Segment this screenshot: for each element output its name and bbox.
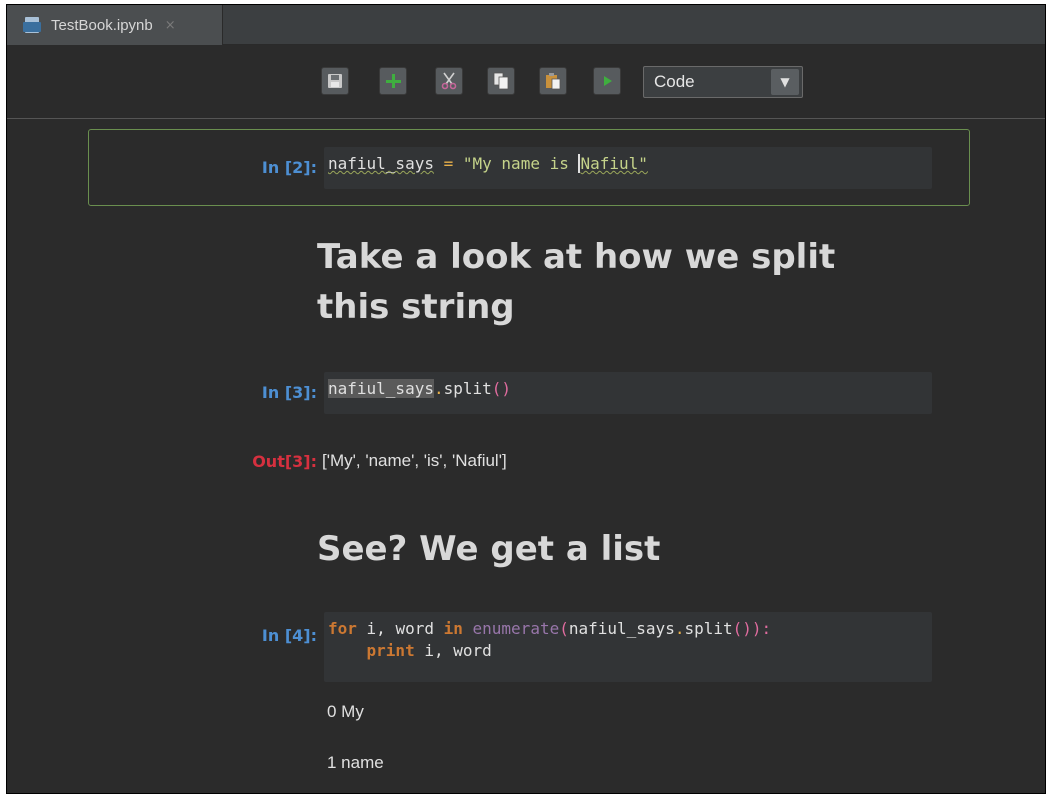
markdown-heading: Take a look at how we split this string	[317, 232, 835, 332]
cell-prompt-in: In [4]:	[261, 626, 317, 645]
code-token: (	[559, 619, 569, 638]
code-token: nafiul_says	[328, 379, 434, 398]
notebook-body: In [2]: nafiul_says = "My name is Nafiul…	[7, 120, 1045, 793]
code-token: "My name is	[462, 154, 579, 173]
add-cell-button[interactable]	[379, 67, 407, 95]
code-token: .	[433, 379, 444, 398]
cell-output-line: 1 name	[327, 753, 384, 772]
code-token: nafiul_says	[568, 619, 675, 638]
tab-title: TestBook.ipynb	[51, 16, 153, 34]
code-editor[interactable]: nafiul_says = "My name is Nafiul"	[324, 147, 932, 189]
code-token: nafiul_says	[328, 154, 434, 173]
code-token: =	[443, 154, 454, 173]
code-token: split	[684, 619, 733, 638]
code-editor[interactable]: for i, word in enumerate(nafiul_says.spl…	[324, 612, 932, 682]
code-editor[interactable]: nafiul_says.split()	[324, 372, 932, 414]
code-token: ()	[732, 619, 752, 638]
cell-type-label: Code	[654, 72, 695, 91]
copy-button[interactable]	[487, 67, 515, 95]
save-icon	[328, 74, 342, 88]
toolbar: Code ▼	[7, 45, 1045, 119]
code-token: for	[328, 619, 357, 638]
tab-testbook[interactable]: TestBook.ipynb ×	[7, 5, 223, 45]
cell-prompt-in: In [2]:	[261, 158, 317, 177]
copy-icon	[493, 72, 509, 90]
heading-line: Take a look at how we split	[317, 237, 836, 277]
paste-button[interactable]	[539, 67, 567, 95]
paste-icon	[546, 73, 561, 90]
close-icon[interactable]: ×	[165, 18, 176, 33]
notebook-file-icon	[23, 17, 43, 33]
markdown-heading: See? We get a list	[317, 529, 661, 569]
code-token: split	[443, 379, 492, 398]
save-button[interactable]	[321, 67, 349, 95]
heading-line: this string	[317, 287, 515, 327]
cell-output: ['My', 'name', 'is', 'Nafiul']	[322, 451, 507, 470]
code-token: in	[443, 619, 463, 638]
code-token: ):	[751, 619, 772, 638]
chevron-down-icon[interactable]: ▼	[771, 69, 799, 95]
code-token: ()	[491, 379, 512, 398]
cell-prompt-out: Out[3]:	[252, 452, 317, 471]
tab-bar: TestBook.ipynb ×	[7, 5, 1045, 45]
cut-button[interactable]	[435, 67, 463, 95]
add-cell-icon	[386, 74, 401, 88]
cell-output-line: 0 My	[327, 702, 364, 721]
cell-type-select[interactable]: Code ▼	[643, 66, 803, 98]
code-token: enumerate	[472, 619, 560, 638]
run-icon	[604, 76, 612, 86]
cut-icon	[441, 72, 457, 90]
code-token: Nafiul"	[578, 154, 648, 173]
notebook-window: TestBook.ipynb × Code ▼ In [2]: nafiul_s…	[6, 4, 1046, 794]
code-token: i, word	[356, 619, 444, 638]
code-token: print	[366, 641, 415, 660]
code-token: i, word	[414, 641, 492, 660]
run-button[interactable]	[593, 67, 621, 95]
cell-prompt-in: In [3]:	[261, 383, 317, 402]
